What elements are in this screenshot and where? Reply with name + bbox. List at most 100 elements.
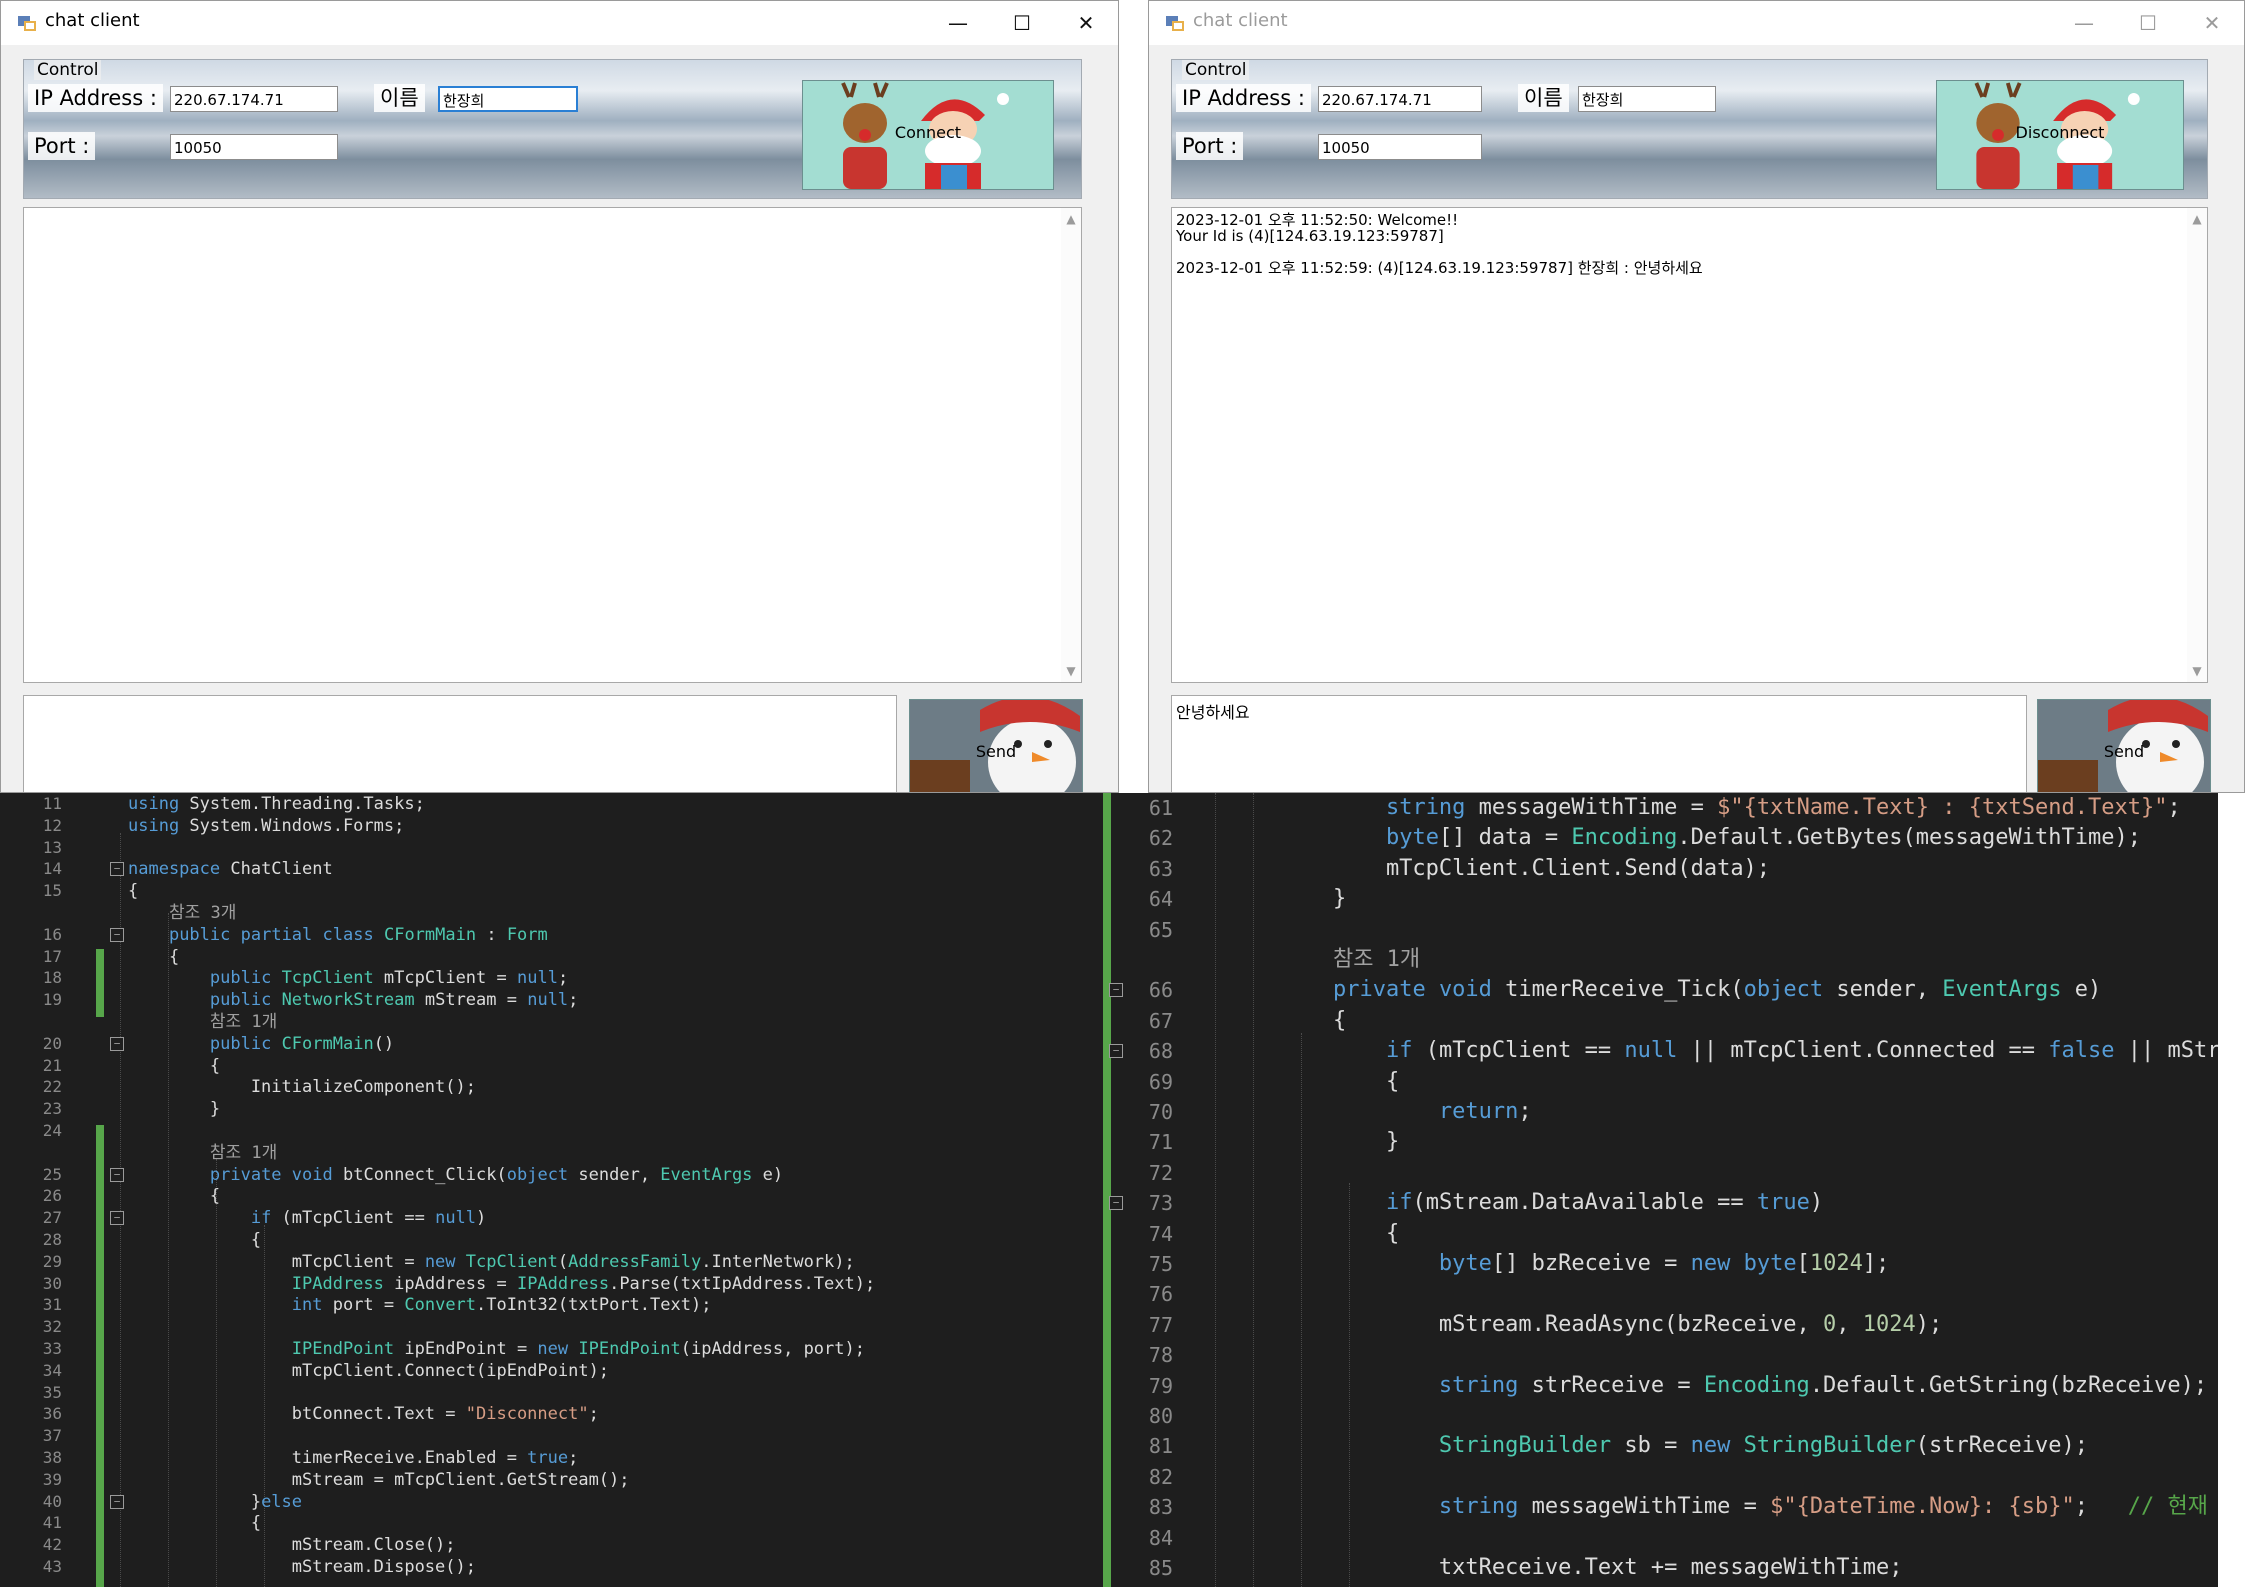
- code-line: 71 }: [1103, 1127, 2218, 1157]
- code-text: {: [128, 1055, 221, 1076]
- code-text: {: [1227, 1068, 1400, 1094]
- reference-count: 참조 1개: [128, 1142, 278, 1163]
- code-line: 42 mStream.Close();: [0, 1534, 1103, 1556]
- collapse-icon[interactable]: −: [110, 1167, 124, 1182]
- title-bar[interactable]: chat client — ☐ ✕: [1149, 1, 2244, 45]
- code-text: mStream = mTcpClient.GetStream();: [128, 1469, 630, 1490]
- code-line: 82: [1103, 1462, 2218, 1492]
- scroll-down-icon[interactable]: ▼: [2187, 664, 2207, 678]
- line-number: 42: [42, 1535, 62, 1555]
- code-text: if(mStream.DataAvailable == true): [1385, 1190, 1824, 1216]
- code-line: 78: [1103, 1340, 2218, 1370]
- collapse-icon[interactable]: −: [110, 1494, 124, 1509]
- line-number: 34: [42, 1360, 62, 1380]
- code-text: btConnect.Text = "Disconnect";: [128, 1404, 599, 1425]
- code-line: 74 {: [1103, 1219, 2218, 1249]
- code-text: timerReceive.Enabled = true;: [128, 1448, 579, 1468]
- minimize-button[interactable]: —: [2052, 1, 2116, 45]
- code-text: {: [1227, 1007, 1347, 1033]
- collapse-icon[interactable]: −: [110, 862, 124, 877]
- collapse-icon[interactable]: −: [110, 1036, 124, 1051]
- line-number: 70: [1148, 1100, 1173, 1124]
- code-line: 참조 1개: [0, 1142, 1103, 1164]
- code-text: byte[] data = Encoding.Default.GetBytes(…: [1385, 825, 2141, 851]
- control-group: Control IP Address : 220.67.174.71 이름 한장…: [23, 59, 1082, 199]
- line-number: 26: [42, 1186, 62, 1206]
- maximize-button[interactable]: ☐: [2116, 1, 2180, 45]
- line-number: 81: [1148, 1434, 1173, 1459]
- code-line: 43 mStream.Dispose();: [0, 1556, 1103, 1578]
- line-number: 76: [1148, 1282, 1173, 1307]
- code-line: 79 string strReceive = Encoding.Default.…: [1103, 1371, 2218, 1401]
- code-line: 67 {: [1103, 1006, 2218, 1036]
- collapse-icon[interactable]: −: [1109, 1196, 1123, 1211]
- send-button[interactable]: Send: [2037, 699, 2211, 792]
- line-number: 75: [1148, 1252, 1173, 1276]
- collapse-icon[interactable]: −: [110, 927, 124, 942]
- code-text: if (mTcpClient == null || mTcpClient.Con…: [1385, 1038, 2218, 1064]
- code-line: 81 StringBuilder sb = new StringBuilder(…: [1103, 1431, 2218, 1461]
- close-button[interactable]: ✕: [2180, 1, 2244, 45]
- vertical-scrollbar[interactable]: ▲ ▼: [2187, 208, 2207, 682]
- name-input[interactable]: 한장희: [438, 86, 578, 112]
- code-text: }else: [128, 1491, 303, 1512]
- line-number: 31: [42, 1295, 62, 1315]
- send-textbox[interactable]: [23, 695, 897, 792]
- ip-address-input[interactable]: 220.67.174.71: [1318, 86, 1482, 112]
- receive-textbox[interactable]: 2023-12-01 오후 11:52:50: Welcome!! Your Id…: [1171, 207, 2208, 683]
- code-line: 66 private void timerReceive_Tick(object…: [1103, 975, 2218, 1005]
- scroll-up-icon[interactable]: ▲: [2187, 212, 2207, 226]
- maximize-button[interactable]: ☐: [990, 1, 1054, 45]
- message-list: 2023-12-01 오후 11:52:50: Welcome!! Your Id…: [1176, 212, 2183, 276]
- minimize-button[interactable]: —: [926, 1, 990, 45]
- code-text: StringBuilder sb = new StringBuilder(str…: [1438, 1433, 2088, 1459]
- line-number: 78: [1148, 1343, 1173, 1368]
- code-line: 77 mStream.ReadAsync(bzReceive, 0, 1024)…: [1103, 1310, 2218, 1340]
- connect-button[interactable]: Connect: [802, 80, 1054, 190]
- collapse-icon[interactable]: −: [110, 1211, 124, 1226]
- chat-window-right: chat client — ☐ ✕ Control IP Address : 2…: [1148, 0, 2245, 793]
- code-line: 24: [0, 1120, 1103, 1142]
- code-line: 84: [1103, 1523, 2218, 1553]
- receive-textbox[interactable]: ▲ ▼: [23, 207, 1082, 683]
- code-line: 15 {: [0, 880, 1103, 902]
- port-input[interactable]: 10050: [1318, 134, 1482, 160]
- line-number: 69: [1148, 1069, 1173, 1094]
- vertical-scrollbar[interactable]: ▲ ▼: [1061, 208, 1081, 682]
- code-editor-left: 11 using System.Threading.Tasks; 12 using S…: [0, 793, 1103, 1587]
- code-line: 83 string messageWithTime = $"{DateTime.…: [1103, 1492, 2218, 1522]
- line-number: 84: [1148, 1525, 1173, 1550]
- reference-count: 참조 1개: [128, 1012, 278, 1032]
- code-text: using System.Threading.Tasks;: [128, 794, 425, 814]
- line-number: 37: [42, 1426, 62, 1446]
- code-text: {: [128, 881, 139, 902]
- connect-label: Connect: [894, 123, 962, 142]
- scroll-up-icon[interactable]: ▲: [1061, 212, 1081, 226]
- disconnect-label: Disconnect: [2015, 123, 2105, 142]
- disconnect-button[interactable]: Disconnect: [1936, 80, 2184, 190]
- code-line: 19 public NetworkStream mStream = null;: [0, 989, 1103, 1011]
- code-line: 72: [1103, 1158, 2218, 1188]
- line-number: 21: [42, 1055, 62, 1075]
- collapse-icon[interactable]: −: [1109, 1044, 1123, 1059]
- close-button[interactable]: ✕: [1054, 1, 1118, 45]
- line-number: 23: [42, 1099, 62, 1119]
- ip-address-input[interactable]: 220.67.174.71: [170, 86, 338, 112]
- title-bar[interactable]: chat client — ☐ ✕: [1, 1, 1118, 45]
- line-number: 79: [1148, 1373, 1173, 1398]
- line-number: 16: [42, 924, 62, 944]
- name-input[interactable]: 한장희: [1578, 86, 1716, 112]
- line-number: 35: [42, 1382, 62, 1402]
- line-number: 29: [42, 1251, 62, 1271]
- code-text: private void timerReceive_Tick(object se…: [1332, 977, 2102, 1003]
- collapse-icon[interactable]: −: [1109, 983, 1123, 998]
- app-icon: [1166, 16, 1184, 31]
- message-line: 2023-12-01 오후 11:52:50: Welcome!!: [1176, 211, 1459, 229]
- scroll-down-icon[interactable]: ▼: [1061, 664, 1081, 678]
- code-text: public NetworkStream mStream = null;: [209, 990, 579, 1011]
- port-input[interactable]: 10050: [170, 134, 338, 160]
- send-textbox[interactable]: 안녕하세요: [1171, 695, 2027, 792]
- send-button[interactable]: Send: [909, 699, 1083, 792]
- line-number: 11: [42, 794, 62, 813]
- line-number: 43: [42, 1557, 62, 1576]
